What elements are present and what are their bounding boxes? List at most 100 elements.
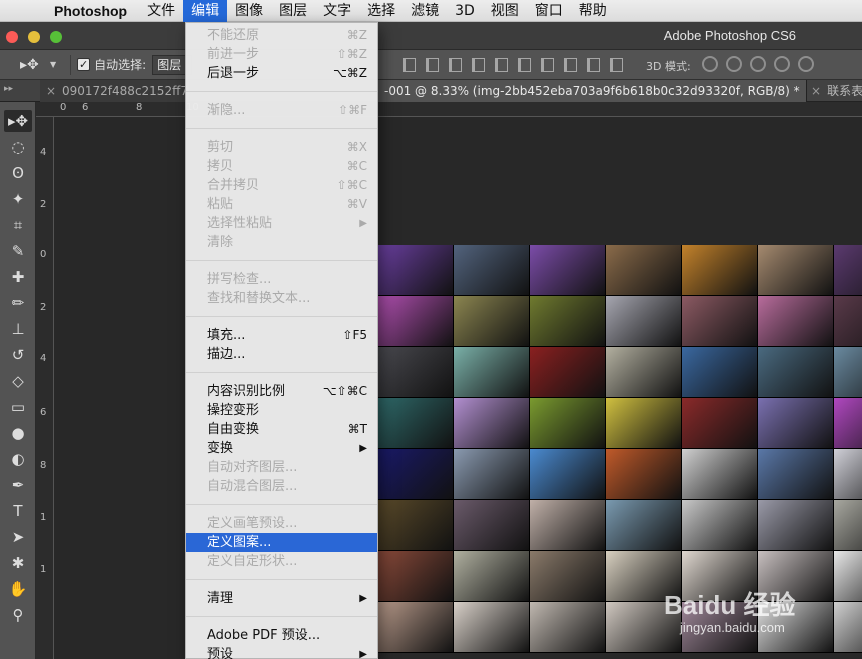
- stamp-tool[interactable]: ⊥: [4, 318, 32, 340]
- collapse-panel-icon[interactable]: ▸▸: [4, 84, 13, 94]
- menu-3d[interactable]: 3D: [447, 0, 483, 22]
- submenu-arrow-icon: ▶: [359, 443, 367, 454]
- blur-tool[interactable]: ●: [4, 422, 32, 444]
- menu-type[interactable]: 文字: [315, 0, 359, 22]
- shape-tool[interactable]: ✱: [4, 552, 32, 574]
- menu-shortcut: ⌘V: [346, 197, 367, 211]
- dodge-tool[interactable]: ◐: [4, 448, 32, 470]
- brush-tool[interactable]: ✏: [4, 292, 32, 314]
- menu-item-label: 拼写检查...: [207, 272, 272, 287]
- crop-tool[interactable]: ⌗: [4, 214, 32, 236]
- auto-align-icon[interactable]: [610, 58, 623, 72]
- thumbnail-tile: [454, 398, 530, 449]
- ruler-number: 8: [40, 460, 47, 471]
- 3d-roll-icon[interactable]: [726, 56, 742, 72]
- document-tab-active[interactable]: -001 @ 8.33% (img-2bb452eba703a9f6b618b0…: [378, 80, 806, 102]
- thumbnail-tile: [682, 347, 758, 398]
- align-icon[interactable]: [449, 58, 462, 72]
- menu-item-label: 定义自定形状...: [207, 554, 298, 569]
- menu-view[interactable]: 视图: [483, 0, 527, 22]
- menu-shortcut: ⌘C: [346, 159, 367, 173]
- menu-image[interactable]: 图像: [227, 0, 271, 22]
- menu-shortcut: ⇧F5: [342, 328, 367, 342]
- menu-file[interactable]: 文件: [139, 0, 183, 22]
- zoom-window-button[interactable]: [50, 31, 62, 43]
- close-icon[interactable]: ×: [46, 80, 56, 102]
- eraser-tool[interactable]: ◇: [4, 370, 32, 392]
- distribute-icon[interactable]: [541, 58, 554, 72]
- zoom-tool[interactable]: ⚲: [4, 604, 32, 626]
- healing-tool[interactable]: ✚: [4, 266, 32, 288]
- thumbnail-tile: [530, 551, 606, 602]
- menu-shortcut: ⌘Z: [346, 28, 367, 42]
- edit-menu-item[interactable]: 填充... ⇧F5: [186, 326, 377, 345]
- close-icon[interactable]: ×: [811, 84, 821, 98]
- marquee-tool[interactable]: ◌: [4, 136, 32, 158]
- edit-menu-item[interactable]: 描边...: [186, 345, 377, 364]
- document-tab[interactable]: × 联系表-: [806, 80, 862, 102]
- minimize-window-button[interactable]: [28, 31, 40, 43]
- menu-filter[interactable]: 滤镜: [403, 0, 447, 22]
- thumbnail-tile: [606, 398, 682, 449]
- edit-menu-item: 不能还原 ⌘Z: [186, 26, 377, 45]
- menu-layer[interactable]: 图层: [271, 0, 315, 22]
- app-menu-photoshop[interactable]: Photoshop: [40, 3, 139, 19]
- auto-select-checkbox[interactable]: ✓: [77, 58, 91, 71]
- move-tool-preset-icon[interactable]: ▸✥: [20, 57, 50, 73]
- hand-tool[interactable]: ✋: [4, 578, 32, 600]
- distribute-icon[interactable]: [472, 58, 485, 72]
- thumbnail-tile: [834, 449, 862, 500]
- edit-menu-item[interactable]: 后退一步 ⌥⌘Z: [186, 64, 377, 83]
- eyedropper-tool[interactable]: ✎: [4, 240, 32, 262]
- thumbnail-tile: [378, 347, 454, 398]
- document-tab[interactable]: × 090172f488c2152ff7: [40, 80, 190, 102]
- distribute-icon[interactable]: [587, 58, 600, 72]
- edit-menu-item: 粘贴 ⌘V: [186, 195, 377, 214]
- edit-menu-item[interactable]: 操控变形: [186, 401, 377, 420]
- menu-item-label: 选择性粘贴: [207, 216, 273, 231]
- chevron-down-icon[interactable]: ▼: [50, 60, 56, 69]
- distribute-icon[interactable]: [564, 58, 577, 72]
- menu-item-label: 变换: [207, 441, 234, 456]
- magic-wand-tool[interactable]: ✦: [4, 188, 32, 210]
- watermark-logo: Baidu 经验: [664, 590, 796, 620]
- edit-menu-item[interactable]: 变换 ▶: [186, 439, 377, 458]
- thumbnail-tile: [378, 296, 454, 347]
- distribute-icon[interactable]: [495, 58, 508, 72]
- edit-menu-item[interactable]: 清理 ▶: [186, 589, 377, 608]
- ruler-horizontal: 0 6 8 10: [36, 102, 862, 117]
- align-icon[interactable]: [426, 58, 439, 72]
- menu-item-label: 查找和替换文本...: [207, 291, 311, 306]
- menu-window[interactable]: 窗口: [527, 0, 571, 22]
- 3d-pan-icon[interactable]: [750, 56, 766, 72]
- edit-menu-item[interactable]: Adobe PDF 预设...: [186, 626, 377, 645]
- edit-menu-item[interactable]: 自由变换 ⌘T: [186, 420, 377, 439]
- thumbnail-tile: [834, 296, 862, 347]
- move-tool[interactable]: ▸✥: [4, 110, 32, 132]
- ruler-number: 2: [40, 302, 47, 313]
- menu-edit[interactable]: 编辑: [183, 0, 228, 22]
- 3d-rotate-icon[interactable]: [702, 56, 718, 72]
- menu-select[interactable]: 选择: [359, 0, 403, 22]
- thumbnail-tile: [758, 296, 834, 347]
- distribute-icon[interactable]: [518, 58, 531, 72]
- canvas-area[interactable]: [55, 117, 862, 659]
- menu-help[interactable]: 帮助: [571, 0, 615, 22]
- edit-menu-item[interactable]: 定义图案...: [186, 533, 377, 552]
- lasso-tool[interactable]: ʘ: [4, 162, 32, 184]
- thumbnail-tile: [606, 245, 682, 296]
- 3d-slide-icon[interactable]: [774, 56, 790, 72]
- edit-menu-item[interactable]: 内容识别比例 ⌥⇧⌘C: [186, 382, 377, 401]
- ruler-number: 1: [40, 564, 47, 575]
- align-icon[interactable]: [403, 58, 416, 72]
- type-tool[interactable]: T: [4, 500, 32, 522]
- path-select-tool[interactable]: ➤: [4, 526, 32, 548]
- history-brush-tool[interactable]: ↺: [4, 344, 32, 366]
- 3d-scale-icon[interactable]: [798, 56, 814, 72]
- edit-menu-item[interactable]: 预设 ▶: [186, 645, 377, 659]
- pen-tool[interactable]: ✒: [4, 474, 32, 496]
- thumbnail-tile: [378, 551, 454, 602]
- gradient-tool[interactable]: ▭: [4, 396, 32, 418]
- close-window-button[interactable]: [6, 31, 18, 43]
- thumbnail-tile: [378, 500, 454, 551]
